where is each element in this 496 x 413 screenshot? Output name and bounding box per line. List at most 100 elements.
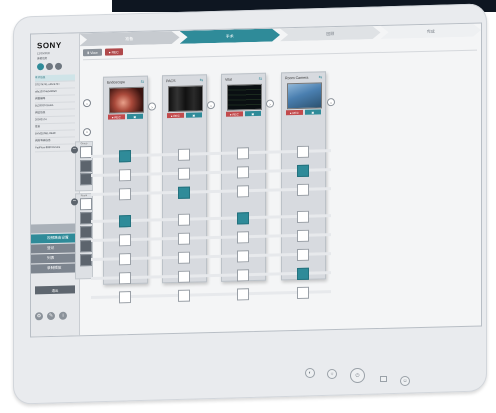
card-snapshot-button[interactable]: ▣ (304, 109, 321, 115)
routing-cell[interactable] (237, 185, 249, 198)
scroll-chevron-icon[interactable]: › (266, 99, 274, 108)
routing-cell[interactable] (178, 270, 190, 283)
routing-cell[interactable] (178, 251, 190, 264)
device-name: Room Camera (285, 75, 309, 81)
routing-cell[interactable] (297, 248, 309, 261)
card-actions: ● REC ▣ (167, 112, 202, 119)
sidebar: SONY 12/30/2020 患者姓名 手术信息 STDT4741-xdbc4… (31, 33, 80, 337)
routing-cell[interactable] (297, 183, 309, 196)
step-review[interactable]: 回顾 (280, 26, 381, 41)
scroll-chevron-icon[interactable]: › (148, 102, 156, 111)
routing-cell[interactable] (237, 288, 249, 301)
scroll-chevron-icon[interactable]: › (207, 101, 215, 110)
info-button[interactable] (37, 63, 44, 71)
view-button[interactable]: Ⅲ View (83, 48, 102, 57)
vital-preview[interactable] (227, 83, 262, 111)
link-icon[interactable]: ⇆ (319, 74, 322, 79)
sidebar-item-list[interactable]: 列表 (31, 253, 79, 264)
routing-cell[interactable] (178, 148, 190, 161)
patient-name-label: 患者姓名 (37, 57, 48, 61)
step-surgery[interactable]: 手术 (180, 28, 281, 43)
expand-control[interactable]: › (83, 99, 91, 108)
routing-cell[interactable] (119, 150, 131, 163)
group-block-1: Group − (71, 140, 93, 192)
routing-cell[interactable] (119, 169, 131, 182)
collapse-control[interactable]: ^ (83, 128, 91, 137)
routing-cell[interactable] (119, 291, 131, 304)
routing-cell[interactable] (237, 147, 249, 160)
card-actions: ● REC ▣ (108, 113, 143, 120)
date-label: 12/30/2020 (37, 52, 50, 56)
routing-cell[interactable] (297, 164, 309, 177)
pacs-preview[interactable] (168, 85, 203, 113)
group-source-cell[interactable] (80, 160, 92, 173)
link-icon[interactable]: ⇆ (141, 79, 144, 84)
routing-cell[interactable] (119, 188, 131, 201)
card-snapshot-button[interactable]: ▣ (126, 113, 143, 120)
routing-cell[interactable] (178, 186, 190, 199)
patient-row: PatiFlow-8869 Device (35, 144, 75, 153)
routing-cell[interactable] (178, 232, 190, 245)
collapse-group-button[interactable]: − (71, 146, 78, 154)
room-camera-preview[interactable] (287, 82, 322, 110)
input-select-icon[interactable] (380, 376, 387, 382)
routing-cell[interactable] (237, 250, 249, 263)
routing-cell[interactable] (297, 145, 309, 158)
group-source-cell[interactable] (80, 226, 92, 239)
lock-button[interactable] (46, 62, 53, 71)
routing-cell[interactable] (178, 289, 190, 302)
power-icon[interactable]: ⏻ (350, 368, 365, 383)
brightness-down-icon[interactable]: ◐ (305, 368, 315, 378)
link-icon[interactable]: ⇆ (200, 77, 203, 82)
collapse-group-button[interactable]: − (71, 198, 78, 206)
sidebar-button-row (37, 62, 62, 71)
card-snapshot-button[interactable]: ▣ (244, 110, 261, 117)
monitor-screen: SONY 12/30/2020 患者姓名 手术信息 STDT4741-xdbc4… (30, 22, 482, 338)
brand-logo: SONY (37, 40, 62, 51)
routing-cell[interactable] (119, 253, 131, 266)
sidebar-item-register[interactable]: 登记 (31, 243, 79, 254)
group-block-2: Room − (71, 192, 93, 280)
routing-cell[interactable] (297, 210, 309, 223)
routing-cell[interactable] (297, 229, 309, 242)
device-name: PACS (166, 78, 176, 84)
routing-cell[interactable] (178, 213, 190, 226)
group-source-cell[interactable] (80, 198, 92, 211)
brightness-up-icon[interactable]: ☼ (327, 369, 337, 379)
routing-cell[interactable] (297, 267, 309, 280)
routing-cell[interactable] (237, 212, 249, 225)
step-complete[interactable]: 完成 (381, 24, 482, 39)
record-button[interactable]: ● REC (104, 48, 123, 56)
step-prepare[interactable]: 准备 (79, 31, 180, 46)
wrench-icon[interactable]: ✎ (47, 311, 55, 321)
info-icon[interactable]: i (59, 311, 67, 320)
routing-cell[interactable] (119, 234, 131, 247)
group-label: Group (80, 142, 88, 146)
routing-cell[interactable] (178, 167, 190, 180)
add-button[interactable] (55, 62, 62, 70)
routing-cell[interactable] (237, 231, 249, 244)
gear-icon[interactable]: ⚙ (35, 312, 43, 321)
toolbar-divider (83, 49, 477, 61)
group-label: Room (80, 194, 88, 198)
patient-info-list: 手术信息 STDT4741-xdbc47d+ a8a13974ab4fdfa6 … (35, 74, 75, 153)
endoscope-preview[interactable] (109, 86, 144, 114)
routing-cell[interactable] (237, 269, 249, 282)
routing-cell[interactable] (119, 215, 131, 228)
menu-icon[interactable]: ☺ (400, 376, 410, 386)
sidebar-item-routing[interactable]: 视频路由设置 (31, 233, 79, 244)
card-record-button[interactable]: ● REC (167, 112, 184, 119)
exit-button[interactable]: 退出 (35, 285, 75, 295)
toolbar: Ⅲ View ● REC (83, 48, 123, 57)
scroll-chevron-icon[interactable]: › (327, 98, 335, 107)
routing-cell[interactable] (297, 286, 309, 299)
link-icon[interactable]: ⇆ (259, 76, 262, 81)
routing-cell[interactable] (119, 272, 131, 285)
card-record-button[interactable]: ● REC (286, 109, 303, 116)
routing-cell[interactable] (237, 166, 249, 179)
sidebar-nav-header (31, 223, 79, 234)
sidebar-item-playback[interactable]: 录制播放 (31, 263, 79, 274)
card-record-button[interactable]: ● REC (108, 114, 125, 120)
card-snapshot-button[interactable]: ▣ (185, 112, 202, 118)
card-record-button[interactable]: ● REC (226, 111, 243, 117)
